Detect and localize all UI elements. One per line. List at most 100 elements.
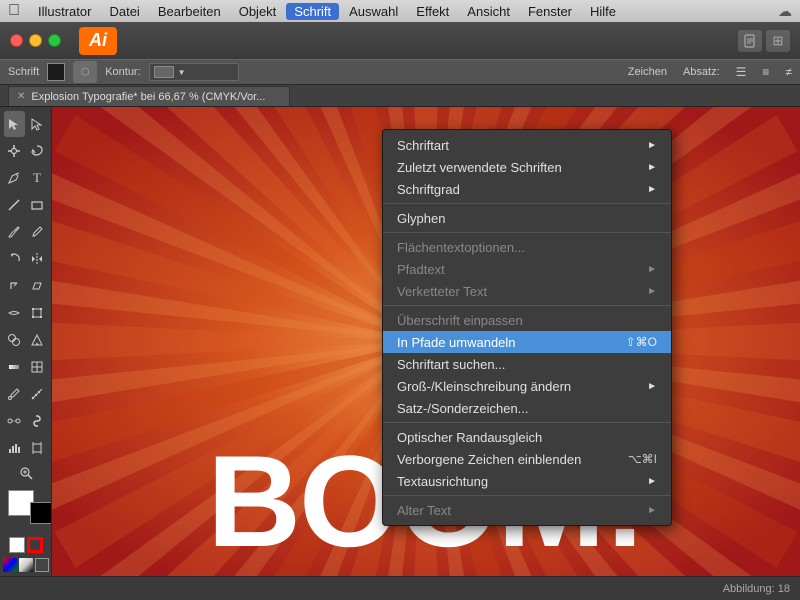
shape-tools <box>4 192 48 218</box>
free-transform-button[interactable] <box>27 300 48 326</box>
menu-item-in-pfade[interactable]: In Pfade umwandeln ⇧⌘O <box>383 331 671 353</box>
selection-tool-button[interactable] <box>4 111 25 137</box>
align-center-icon[interactable]: ≡ <box>762 65 769 79</box>
absatz-panel-label[interactable]: Absatz: <box>683 66 720 78</box>
menubar-auswahl[interactable]: Auswahl <box>341 3 406 20</box>
main-area: T <box>0 107 800 576</box>
eraser-tools <box>4 246 48 272</box>
kontur-dropdown[interactable]: ▼ <box>149 63 239 81</box>
color-swatches[interactable] <box>8 490 44 516</box>
menu-item-verborgene-zeichen[interactable]: Verborgene Zeichen einblenden ⌥⌘I <box>383 448 671 470</box>
menu-item-glyphen[interactable]: Glyphen <box>383 207 671 229</box>
menubar:  Illustrator Datei Bearbeiten Objekt Sc… <box>0 0 800 22</box>
mesh-tool-button[interactable] <box>27 354 48 380</box>
graph-tools <box>4 435 48 461</box>
separator-5 <box>383 495 671 496</box>
color-button[interactable] <box>3 558 17 572</box>
scale-button[interactable] <box>4 273 25 299</box>
maximize-button[interactable] <box>48 34 61 47</box>
reflect-button[interactable] <box>27 246 48 272</box>
fill-color-swatch[interactable] <box>47 63 65 81</box>
blend-button[interactable] <box>4 408 25 434</box>
scale-tools <box>4 273 48 299</box>
menu-item-schriftart-suchen[interactable]: Schriftart suchen... <box>383 353 671 375</box>
eyedropper-button[interactable] <box>4 381 25 407</box>
menu-item-schriftgrad[interactable]: Schriftgrad ► <box>383 178 671 200</box>
close-button[interactable] <box>10 34 23 47</box>
transform-tools <box>4 219 48 245</box>
none-color-button[interactable] <box>35 558 49 572</box>
menu-item-textausrichtung[interactable]: Textausrichtung ► <box>383 470 671 492</box>
menu-item-gross-kleinschreibung[interactable]: Groß-/Kleinschreibung ändern ► <box>383 375 671 397</box>
stroke-mode-button[interactable] <box>27 537 43 553</box>
rotate-button[interactable] <box>4 246 25 272</box>
submenu-arrow-textausrichtung: ► <box>647 476 657 487</box>
secondary-toolbar: Schrift ⬡ Kontur: ▼ Zeichen Absatz: ☰ ≡ … <box>0 59 800 85</box>
submenu-arrow-zuletzt: ► <box>647 162 657 173</box>
menu-item-zuletzt[interactable]: Zuletzt verwendete Schriften ► <box>383 156 671 178</box>
canvas-area: BOOM! Schriftart ► Zuletzt verwendete Sc… <box>52 107 800 576</box>
menu-item-flaechentextoptionen: Flächentextoptionen... <box>383 236 671 258</box>
menubar-illustrator[interactable]: Illustrator <box>30 3 99 20</box>
menubar-effekt[interactable]: Effekt <box>408 3 457 20</box>
background-color[interactable] <box>30 502 52 524</box>
window-chrome: Ai ⊞ <box>0 22 800 59</box>
magic-wand-button[interactable] <box>4 138 25 164</box>
symbol-button[interactable] <box>27 408 48 434</box>
fill-mode-button[interactable] <box>9 537 25 553</box>
menu-item-schriftart[interactable]: Schriftart ► <box>383 134 671 156</box>
slice-tools <box>4 408 48 434</box>
shear-button[interactable] <box>27 273 48 299</box>
align-right-icon[interactable]: ≠ <box>785 65 792 79</box>
menubar-ansicht[interactable]: Ansicht <box>459 3 518 20</box>
lasso-button[interactable] <box>27 138 48 164</box>
separator-2 <box>383 232 671 233</box>
minimize-button[interactable] <box>29 34 42 47</box>
new-doc-icon[interactable] <box>738 30 762 52</box>
artboard-button[interactable] <box>27 435 48 461</box>
direct-selection-tool-button[interactable] <box>27 111 48 137</box>
grid-view-icon[interactable]: ⊞ <box>766 30 790 52</box>
color-mode-buttons <box>3 558 49 572</box>
menubar-fenster[interactable]: Fenster <box>520 3 580 20</box>
width-button[interactable] <box>4 300 25 326</box>
schrift-dropdown-menu: Schriftart ► Zuletzt verwendete Schrifte… <box>382 129 672 526</box>
pencil-button[interactable] <box>27 219 48 245</box>
measure-button[interactable] <box>27 381 48 407</box>
tab-close-icon[interactable]: ✕ <box>17 91 25 102</box>
stroke-icon[interactable]: ⬡ <box>73 61 97 83</box>
submenu-arrow-verketteter: ► <box>647 286 657 297</box>
separator-3 <box>383 305 671 306</box>
verborgene-shortcut: ⌥⌘I <box>628 452 657 466</box>
document-tab[interactable]: ✕ Explosion Typografie* bei 66,67 % (CMY… <box>8 86 290 106</box>
apple-menu-icon[interactable]:  <box>8 2 20 20</box>
live-paint-button[interactable] <box>27 327 48 353</box>
line-tool-button[interactable] <box>4 192 25 218</box>
in-pfade-shortcut: ⇧⌘O <box>626 335 657 349</box>
separator-1 <box>383 203 671 204</box>
rectangle-tool-button[interactable] <box>27 192 48 218</box>
width-tools <box>4 300 48 326</box>
paintbrush-button[interactable] <box>4 219 25 245</box>
menubar-bearbeiten[interactable]: Bearbeiten <box>150 3 229 20</box>
shape-builder-button[interactable] <box>4 327 25 353</box>
menubar-schrift[interactable]: Schrift <box>286 3 339 20</box>
menu-item-satz-sonderzeichen[interactable]: Satz-/Sonderzeichen... <box>383 397 671 419</box>
type-tool-button[interactable]: T <box>27 165 48 191</box>
menu-item-optischer-randausgleich[interactable]: Optischer Randausgleich <box>383 426 671 448</box>
align-left-icon[interactable]: ☰ <box>736 65 747 79</box>
gradient-tool-button[interactable] <box>4 354 25 380</box>
pen-tools: T <box>4 165 48 191</box>
submenu-arrow-pfadtext: ► <box>647 264 657 275</box>
zeichen-panel-label[interactable]: Zeichen <box>628 66 667 78</box>
zoom-tool-button[interactable] <box>4 464 48 481</box>
cloud-icon: ☁ <box>778 3 792 20</box>
gradient-color-button[interactable] <box>19 558 33 572</box>
graph-button[interactable] <box>4 435 25 461</box>
menubar-hilfe[interactable]: Hilfe <box>582 3 624 20</box>
menubar-datei[interactable]: Datei <box>101 3 147 20</box>
tab-bar: ✕ Explosion Typografie* bei 66,67 % (CMY… <box>0 85 800 107</box>
menubar-objekt[interactable]: Objekt <box>231 3 285 20</box>
pen-tool-button[interactable] <box>4 165 25 191</box>
menu-item-pfadtext: Pfadtext ► <box>383 258 671 280</box>
